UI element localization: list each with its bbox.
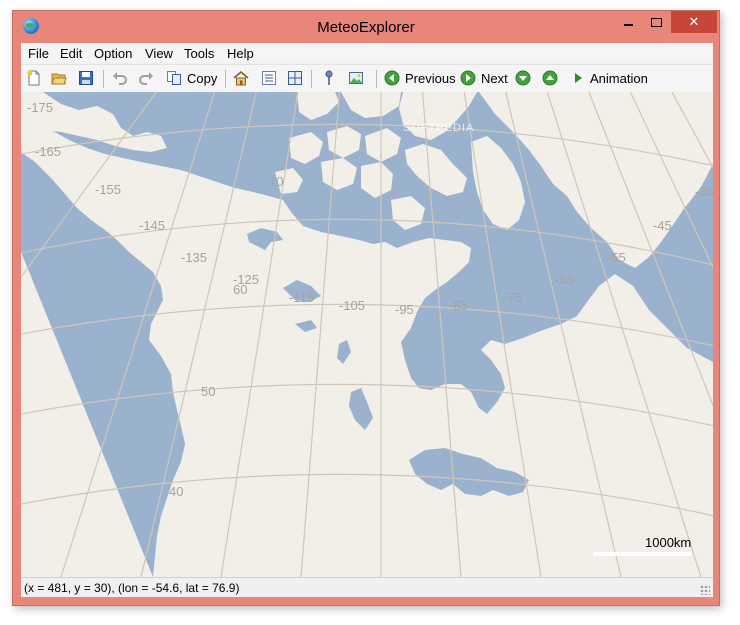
toolbar-separator (376, 70, 377, 88)
undo-icon[interactable] (112, 70, 128, 86)
arrow-up-icon[interactable] (542, 70, 558, 86)
lon-label: -135 (181, 250, 207, 265)
copy-icon[interactable] (166, 70, 182, 86)
lat-label: 70 (269, 174, 283, 189)
menu-view[interactable]: View (145, 46, 173, 61)
open-folder-icon[interactable] (51, 70, 67, 86)
watermark: SOFTPEDIA (403, 122, 475, 134)
client-area: File Edit Option View Tools Help Copy Pr… (21, 43, 713, 597)
title-bar[interactable]: MeteoExplorer ✕ (13, 11, 719, 43)
lon-label: -45 (653, 218, 672, 233)
menu-tools[interactable]: Tools (184, 46, 214, 61)
lon-label: -75 (503, 290, 522, 305)
arrow-down-icon[interactable] (515, 70, 531, 86)
lon-label: -165 (35, 144, 61, 159)
previous-button[interactable]: Previous (405, 71, 456, 86)
lon-label: -95 (395, 302, 414, 317)
list-view-icon[interactable] (261, 70, 277, 86)
maximize-button[interactable] (643, 11, 669, 33)
next-icon[interactable] (460, 70, 476, 86)
lon-label: -85 (449, 298, 468, 313)
play-icon[interactable] (570, 70, 586, 86)
previous-icon[interactable] (384, 70, 400, 86)
pin-icon[interactable] (321, 70, 337, 86)
map-svg: -175 -165 -155 -145 -135 -125 -115 -105 … (21, 92, 713, 577)
redo-icon[interactable] (138, 70, 154, 86)
coordinates-readout: (x = 481, y = 30), (lon = -54.6, lat = 7… (24, 581, 240, 595)
menu-bar: File Edit Option View Tools Help (21, 43, 713, 63)
minimize-icon (623, 23, 633, 26)
image-icon[interactable] (348, 70, 364, 86)
lon-label: -115 (289, 290, 314, 305)
lat-label: 50 (201, 384, 215, 399)
close-button[interactable]: ✕ (671, 11, 717, 33)
lon-label: -175 (27, 100, 53, 115)
new-file-icon[interactable] (26, 70, 42, 86)
lon-label: -145 (139, 218, 165, 233)
grid-view-icon[interactable] (287, 70, 303, 86)
toolbar-separator (225, 70, 226, 88)
lon-label: -35 (695, 184, 713, 199)
next-button[interactable]: Next (481, 71, 508, 86)
map-canvas[interactable]: -175 -165 -155 -145 -135 -125 -115 -105 … (21, 92, 713, 577)
toolbar-separator (311, 70, 312, 88)
save-icon[interactable] (78, 70, 94, 86)
lat-label: 40 (169, 484, 183, 499)
maximize-icon (650, 18, 662, 28)
scale-label: 1000km (645, 535, 691, 550)
resize-grip-icon[interactable] (700, 585, 710, 595)
lon-label: -105 (339, 298, 365, 313)
toolbar: Copy Previous Next Animation (21, 64, 713, 93)
lon-label: -155 (95, 182, 121, 197)
lat-label: 60 (233, 282, 247, 297)
animation-button[interactable]: Animation (590, 71, 648, 86)
scale-bar (593, 552, 691, 556)
minimize-button[interactable] (615, 11, 641, 33)
menu-option[interactable]: Option (94, 46, 132, 61)
menu-file[interactable]: File (28, 46, 49, 61)
lon-label: -55 (607, 250, 626, 265)
home-icon[interactable] (233, 70, 249, 86)
app-window: MeteoExplorer ✕ File Edit Option View To… (12, 10, 720, 606)
status-bar: (x = 481, y = 30), (lon = -54.6, lat = 7… (21, 577, 713, 597)
toolbar-separator (103, 70, 104, 88)
menu-help[interactable]: Help (227, 46, 254, 61)
menu-edit[interactable]: Edit (60, 46, 82, 61)
lon-label: -65 (555, 272, 574, 287)
window-title: MeteoExplorer (317, 19, 415, 36)
copy-button[interactable]: Copy (187, 71, 217, 86)
